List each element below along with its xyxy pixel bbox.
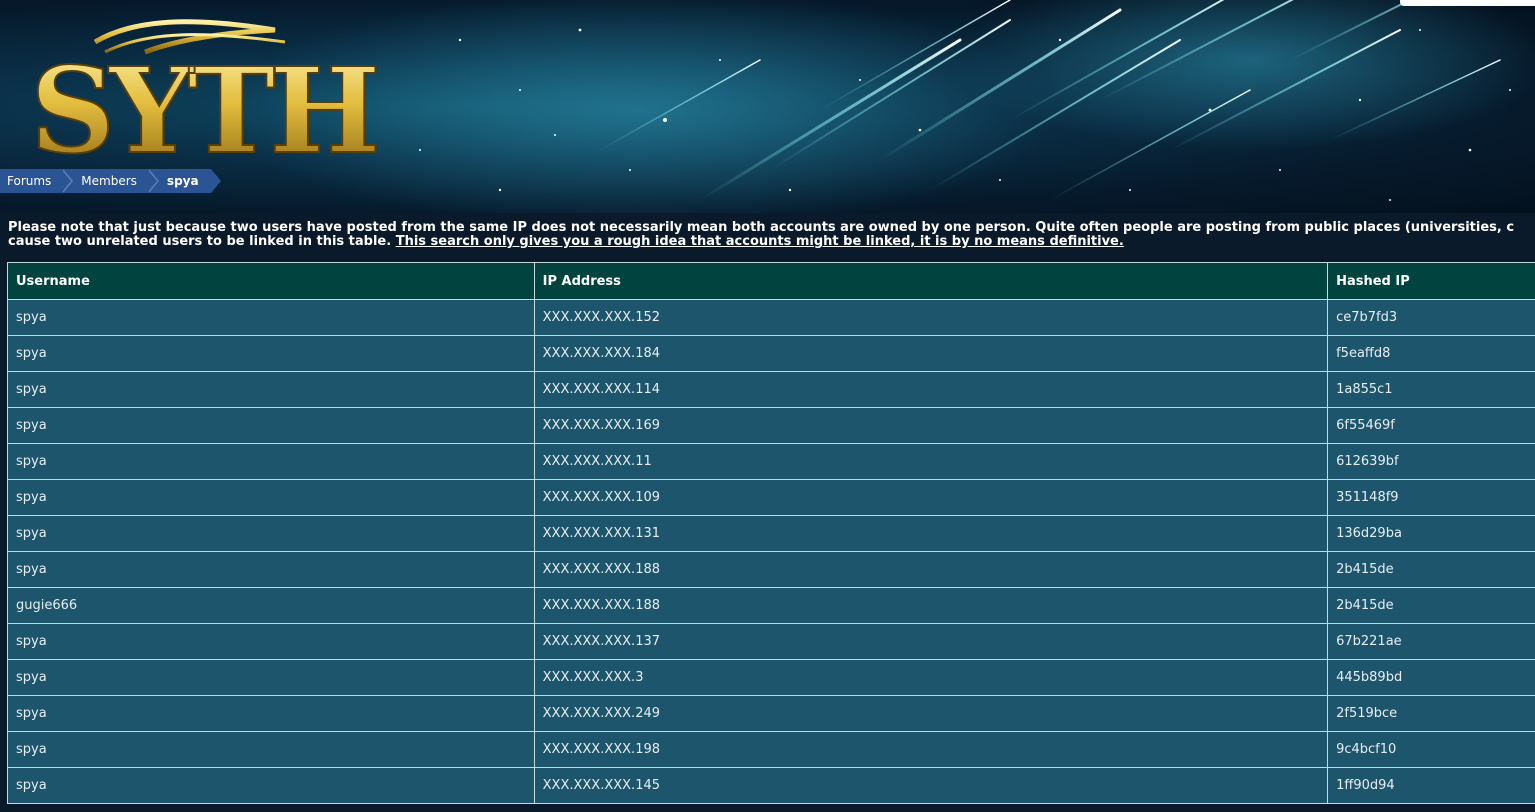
table-row: spya XXX.XXX.XXX.188 2b415de — [7, 551, 1535, 588]
notice-line-2-text: cause two unrelated users to be linked i… — [8, 234, 396, 249]
cell-ip-address: XXX.XXX.XXX.188 — [533, 587, 1329, 624]
cell-ip-address: XXX.XXX.XXX.249 — [533, 695, 1329, 732]
table-row: spya XXX.XXX.XXX.131 136d29ba — [7, 515, 1535, 552]
cell-username[interactable]: spya — [7, 731, 535, 768]
column-header-ip-address: IP Address — [533, 262, 1329, 300]
cell-hashed-ip: ce7b7fd3 — [1327, 299, 1535, 336]
table-row: spya XXX.XXX.XXX.169 6f55469f — [7, 407, 1535, 444]
column-header-username: Username — [7, 262, 535, 300]
cell-ip-address: XXX.XXX.XXX.109 — [533, 479, 1329, 516]
table-row: spya XXX.XXX.XXX.137 67b221ae — [7, 623, 1535, 660]
breadcrumb-members[interactable]: Members — [61, 169, 159, 193]
cell-username[interactable]: spya — [7, 659, 535, 696]
notice-line-1: Please note that just because two users … — [8, 220, 1515, 235]
table-row: spya XXX.XXX.XXX.184 f5eaffd8 — [7, 335, 1535, 372]
cell-username[interactable]: gugie666 — [7, 587, 535, 624]
cell-username[interactable]: spya — [7, 695, 535, 732]
column-header-hashed-ip: Hashed IP — [1327, 262, 1535, 300]
table-row: spya XXX.XXX.XXX.114 1a855c1 — [7, 371, 1535, 408]
table-row: gugie666 XXX.XXX.XXX.188 2b415de — [7, 587, 1535, 624]
cell-hashed-ip: 6f55469f — [1327, 407, 1535, 444]
cell-hashed-ip: 612639bf — [1327, 443, 1535, 480]
cell-username[interactable]: spya — [7, 371, 535, 408]
cell-hashed-ip: 2f519bce — [1327, 695, 1535, 732]
breadcrumb-forums[interactable]: Forums — [0, 169, 74, 193]
table-row: spya XXX.XXX.XXX.11 612639bf — [7, 443, 1535, 480]
cell-ip-address: XXX.XXX.XXX.3 — [533, 659, 1329, 696]
cell-ip-address: XXX.XXX.XXX.11 — [533, 443, 1329, 480]
cell-hashed-ip: 1a855c1 — [1327, 371, 1535, 408]
cell-hashed-ip: 2b415de — [1327, 551, 1535, 588]
cell-ip-address: XXX.XXX.XXX.131 — [533, 515, 1329, 552]
logo-text: SYTHE — [30, 41, 380, 167]
table-row: spya XXX.XXX.XXX.152 ce7b7fd3 — [7, 299, 1535, 336]
table-header-row: Username IP Address Hashed IP — [7, 262, 1535, 300]
breadcrumb-label: Forums — [7, 174, 52, 188]
cell-hashed-ip: 2b415de — [1327, 587, 1535, 624]
cell-hashed-ip: 67b221ae — [1327, 623, 1535, 660]
table-row: spya XXX.XXX.XXX.3 445b89bd — [7, 659, 1535, 696]
cell-ip-address: XXX.XXX.XXX.198 — [533, 731, 1329, 768]
cell-username[interactable]: spya — [7, 551, 535, 588]
site-header: SYTHE Forums Members spya — [0, 0, 1535, 213]
cell-username[interactable]: spya — [7, 335, 535, 372]
notice-line-2: cause two unrelated users to be linked i… — [8, 235, 1535, 249]
cell-username[interactable]: spya — [7, 515, 535, 552]
breadcrumb-label: spya — [166, 174, 199, 188]
cell-ip-address: XXX.XXX.XXX.169 — [533, 407, 1329, 444]
table-row: spya XXX.XXX.XXX.198 9c4bcf10 — [7, 731, 1535, 768]
table-row: spya XXX.XXX.XXX.145 1ff90d94 — [7, 767, 1535, 804]
cell-username[interactable]: spya — [7, 443, 535, 480]
breadcrumb: Forums Members spya — [0, 169, 221, 193]
cell-ip-address: XXX.XXX.XXX.137 — [533, 623, 1329, 660]
cell-username[interactable]: spya — [7, 407, 535, 444]
cell-username[interactable]: spya — [7, 623, 535, 660]
cell-ip-address: XXX.XXX.XXX.188 — [533, 551, 1329, 588]
cell-username[interactable]: spya — [7, 767, 535, 804]
cell-hashed-ip: 136d29ba — [1327, 515, 1535, 552]
cell-ip-address: XXX.XXX.XXX.184 — [533, 335, 1329, 372]
cell-username[interactable]: spya — [7, 479, 535, 516]
notice-disclaimer-link[interactable]: This search only gives you a rough idea … — [396, 234, 1124, 249]
cell-ip-address: XXX.XXX.XXX.114 — [533, 371, 1329, 408]
shared-ip-table: Username IP Address Hashed IP spya XXX.XX… — [7, 262, 1535, 804]
sythe-logo[interactable]: SYTHE — [25, 12, 380, 167]
cell-hashed-ip: 9c4bcf10 — [1327, 731, 1535, 768]
cell-ip-address: XXX.XXX.XXX.152 — [533, 299, 1329, 336]
table-row: spya XXX.XXX.XXX.249 2f519bce — [7, 695, 1535, 732]
cell-ip-address: XXX.XXX.XXX.145 — [533, 767, 1329, 804]
cell-hashed-ip: 351148f9 — [1327, 479, 1535, 516]
cell-hashed-ip: 445b89bd — [1327, 659, 1535, 696]
cell-hashed-ip: f5eaffd8 — [1327, 335, 1535, 372]
cell-username[interactable]: spya — [7, 299, 535, 336]
shared-ip-notice: Please note that just because two users … — [8, 221, 1535, 249]
table-row: spya XXX.XXX.XXX.109 351148f9 — [7, 479, 1535, 516]
breadcrumb-label: Members — [81, 174, 137, 188]
search-box[interactable] — [1400, 0, 1535, 6]
cell-hashed-ip: 1ff90d94 — [1327, 767, 1535, 804]
